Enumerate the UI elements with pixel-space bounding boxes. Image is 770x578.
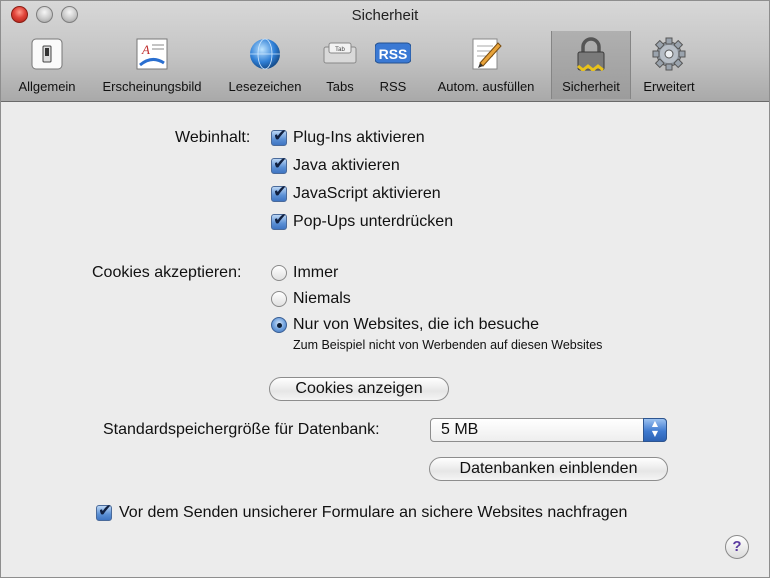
insecure-forms-label[interactable]: Vor dem Senden unsicherer Formulare an s… [119, 504, 627, 522]
toolbar-label: Erscheinungsbild [102, 79, 202, 94]
database-size-select[interactable]: 5 MB ▲ ▼ [430, 418, 667, 442]
toolbar-item-tabs[interactable]: Tab Tabs [315, 31, 365, 99]
rss-icon: RSS [375, 42, 411, 64]
plugins-label[interactable]: Plug-Ins aktivieren [293, 129, 425, 147]
toolbar-item-autofill[interactable]: Autom. ausfüllen [423, 31, 549, 99]
block-popups-label[interactable]: Pop-Ups unterdrücken [293, 213, 453, 231]
toolbar-label: Lesezeichen [228, 79, 302, 94]
gear-icon [652, 37, 686, 71]
cookies-visited-only-label[interactable]: Nur von Websites, die ich besuche [293, 316, 539, 334]
java-label[interactable]: Java aktivieren [293, 157, 400, 175]
cookies-never-radio[interactable] [271, 291, 287, 307]
toolbar: Sicherheit Allgemein A Erscheinungsbild [1, 1, 769, 102]
cookies-visited-only-radio[interactable] [271, 317, 287, 333]
cookies-always-label[interactable]: Immer [293, 264, 338, 282]
svg-text:A: A [141, 42, 150, 57]
toolbar-label: Allgemein [18, 79, 76, 94]
help-button[interactable]: ? [725, 535, 749, 559]
padlock-icon [577, 37, 605, 71]
toolbar-item-appearance[interactable]: A Erscheinungsbild [91, 31, 213, 99]
tabs-icon: Tab [323, 42, 357, 64]
show-databases-button[interactable]: Datenbanken einblenden [429, 457, 668, 481]
autofill-pencil-icon [472, 38, 502, 70]
toolbar-label: RSS [379, 79, 407, 94]
toolbar-item-security[interactable]: Sicherheit [551, 31, 631, 99]
show-cookies-button[interactable]: Cookies anzeigen [269, 377, 449, 401]
cookies-note: Zum Beispiel nicht von Werbenden auf die… [293, 338, 603, 352]
window-title: Sicherheit [351, 7, 419, 24]
javascript-checkbox[interactable] [271, 182, 287, 202]
toolbar-item-advanced[interactable]: Erweitert [633, 31, 705, 99]
toolbar-item-general[interactable]: Allgemein [7, 31, 87, 99]
block-popups-checkbox[interactable] [271, 210, 287, 230]
appearance-icon: A [136, 38, 168, 70]
insecure-forms-checkbox[interactable] [96, 501, 112, 521]
web-content-label: Webinhalt: [175, 129, 251, 146]
rss-badge-text: RSS [379, 46, 408, 62]
toolbar-label: Autom. ausfüllen [437, 79, 535, 94]
general-switch-icon [31, 38, 63, 70]
toolbar-label: Erweitert [643, 79, 695, 94]
toolbar-label: Tabs [326, 79, 354, 94]
database-size-value: 5 MB [441, 421, 479, 438]
cookies-label: Cookies akzeptieren: [92, 264, 242, 281]
cookies-always-radio[interactable] [271, 265, 287, 281]
select-arrows-icon: ▲ ▼ [643, 418, 667, 442]
toolbar-label: Sicherheit [562, 79, 620, 94]
tabs-badge-text: Tab [335, 47, 345, 53]
database-size-label: Standardspeichergröße für Datenbank: [103, 421, 380, 438]
cookies-never-label[interactable]: Niemals [293, 290, 351, 308]
toolbar-item-rss[interactable]: RSS RSS [367, 31, 419, 99]
javascript-label[interactable]: JavaScript aktivieren [293, 185, 441, 203]
bookmarks-globe-icon [250, 38, 280, 70]
toolbar-item-bookmarks[interactable]: Lesezeichen [217, 31, 313, 99]
plugins-checkbox[interactable] [271, 126, 287, 146]
preferences-window: Sicherheit Allgemein A Erscheinungsbild [0, 0, 770, 578]
java-checkbox[interactable] [271, 154, 287, 174]
